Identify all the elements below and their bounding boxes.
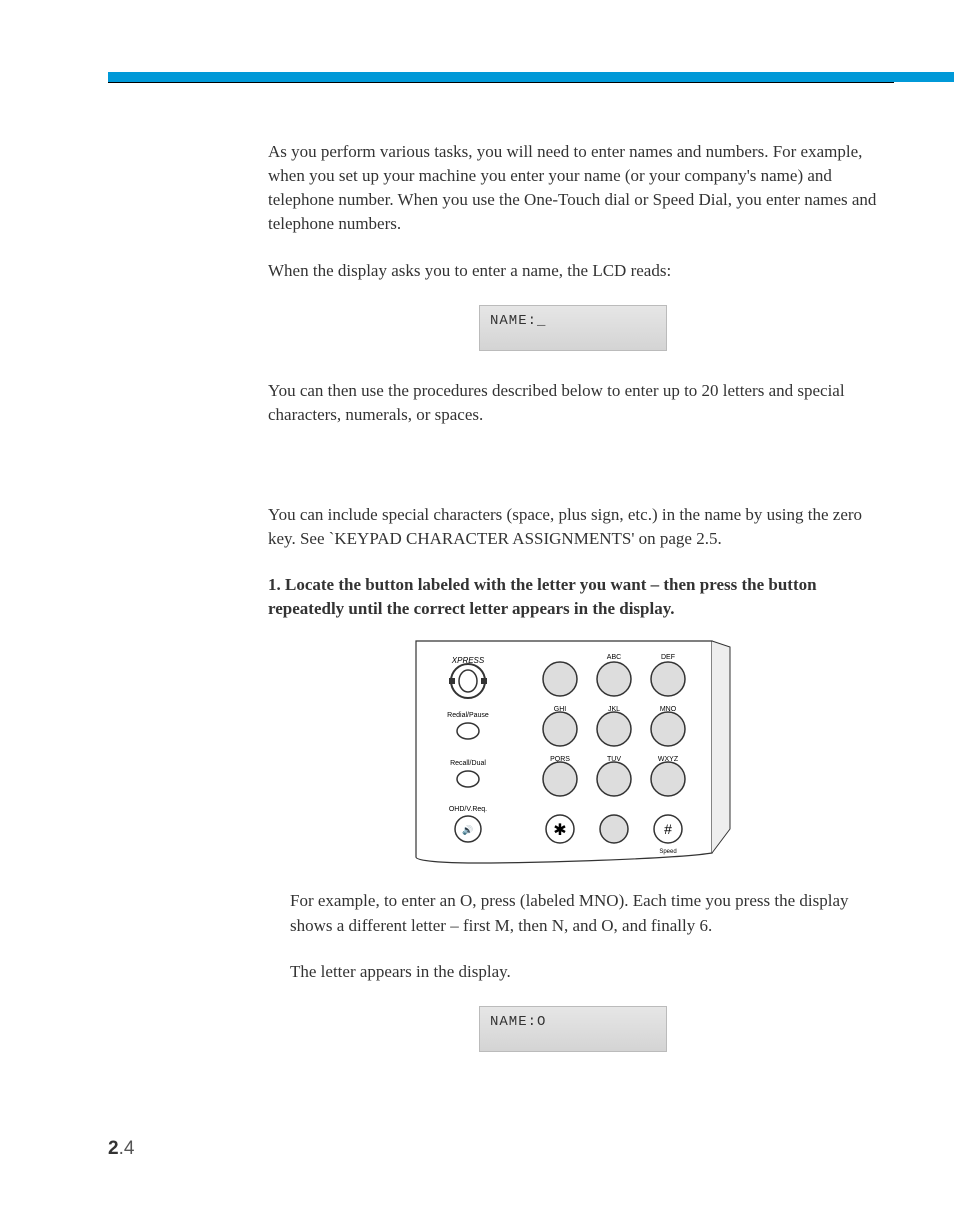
lcd-display-blank: NAME:_ — [479, 305, 667, 351]
example-part-a: For example, to enter an O, press — [290, 891, 520, 910]
intro-paragraph: As you perform various tasks, you will n… — [268, 140, 878, 237]
express-dial: XPRESS — [449, 656, 487, 698]
def-label: DEF — [661, 654, 675, 661]
step-1: 1. Locate the button labeled with the le… — [268, 573, 878, 621]
key-7 — [543, 762, 577, 796]
keypad-diagram: XPRESS Redial/Pause Recall/Dual OHD/V.Re… — [414, 639, 732, 865]
hash-icon: # — [664, 821, 672, 837]
lcd-text-o: NAME:O — [490, 1014, 546, 1030]
redial-label: Redial/Pause — [447, 712, 489, 719]
key-6 — [651, 712, 685, 746]
abc-label: ABC — [607, 654, 621, 661]
speaker-icon: 🔊 — [462, 824, 473, 836]
procedures-paragraph: You can then use the procedures describe… — [268, 379, 878, 427]
key-2 — [597, 662, 631, 696]
example-part-b: (labeled MNO). Each time you press — [520, 891, 774, 910]
speed-label: Speed — [659, 849, 676, 855]
letter-appears-paragraph: The letter appears in the display. — [290, 960, 878, 984]
lcd-display-o: NAME:O — [479, 1006, 667, 1052]
lcd-text: NAME:_ — [490, 313, 546, 329]
key-1 — [543, 662, 577, 696]
lcd-prompt-paragraph: When the display asks you to enter a nam… — [268, 259, 878, 283]
page-sub: .4 — [119, 1138, 135, 1159]
key-5 — [597, 712, 631, 746]
key-8 — [597, 762, 631, 796]
ohd-label: OHD/V.Req. — [449, 806, 487, 813]
example-paragraph: For example, to enter an O, press (label… — [290, 889, 878, 937]
recall-label: Recall/Dual — [450, 760, 486, 767]
page-number: 2.4 — [108, 1138, 134, 1160]
page-chapter: 2 — [108, 1138, 119, 1159]
key-4 — [543, 712, 577, 746]
star-icon: ✱ — [553, 822, 566, 839]
header-rule — [108, 82, 894, 83]
page-content: As you perform various tasks, you will n… — [268, 140, 878, 1080]
key-0 — [600, 815, 628, 843]
special-chars-paragraph: You can include special characters (spac… — [268, 503, 878, 551]
header-accent-bar — [108, 72, 954, 82]
key-3 — [651, 662, 685, 696]
key-9 — [651, 762, 685, 796]
